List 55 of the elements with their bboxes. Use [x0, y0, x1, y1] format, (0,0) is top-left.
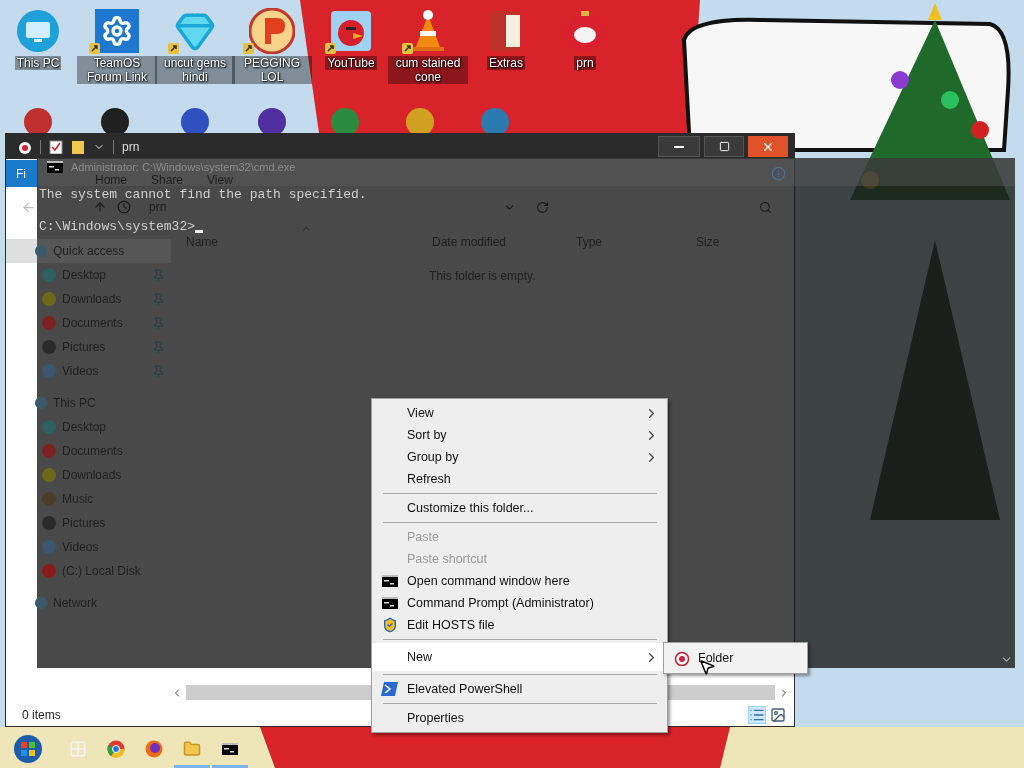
- drive-icon: [34, 596, 48, 610]
- start-orb-icon: [13, 734, 43, 764]
- file-tab[interactable]: Fi: [6, 160, 38, 187]
- menu-item[interactable]: View: [372, 402, 667, 424]
- shield-icon: [381, 617, 398, 633]
- console-icon: [222, 743, 238, 755]
- menu-item[interactable]: Sort by: [372, 424, 667, 446]
- console-icon: [381, 575, 398, 587]
- badge-icon: [249, 8, 295, 54]
- desktop-shortcut[interactable]: PEGGING LOL: [232, 6, 312, 84]
- ornament-icon: [18, 139, 32, 154]
- console-icon: [47, 161, 63, 173]
- desktop-shortcut[interactable]: prn: [545, 6, 625, 70]
- desktop-shortcut[interactable]: uncut gems hindi: [155, 6, 235, 84]
- gear-icon: [95, 9, 139, 53]
- minimize-icon: [674, 145, 684, 148]
- menu-item[interactable]: Elevated PowerShell: [372, 678, 667, 700]
- menu-item[interactable]: Group by: [372, 446, 667, 468]
- desktop-shortcut[interactable]: cum stained cone: [388, 6, 468, 84]
- console-prompt: C:\Windows\system32>: [39, 219, 204, 235]
- desktop-shortcut[interactable]: TeamOS Forum Link: [77, 6, 157, 84]
- menu-item[interactable]: Refresh: [372, 468, 667, 490]
- menu-item[interactable]: Customize this folder...: [372, 497, 667, 519]
- text-cursor: [195, 230, 204, 233]
- globe-icon: [145, 740, 163, 758]
- desktop-shortcut[interactable]: YouTube: [311, 6, 391, 70]
- checklist-icon[interactable]: [49, 139, 63, 154]
- drive-icon: [34, 244, 48, 258]
- gem-icon: [174, 10, 216, 52]
- menu-item[interactable]: Edit HOSTS file: [372, 614, 667, 636]
- desktop-shortcut[interactable]: This PC: [0, 6, 78, 70]
- maximize-icon: [718, 141, 730, 152]
- bird-icon: [331, 11, 371, 51]
- monitor-icon: [16, 9, 60, 53]
- folder-icon: [183, 740, 201, 758]
- ornament-icon: [564, 9, 606, 53]
- desktop-shortcut[interactable]: Extras: [466, 6, 546, 70]
- minimize-button[interactable]: [658, 136, 700, 157]
- maximize-button[interactable]: [704, 136, 744, 157]
- window-title: prn: [122, 138, 140, 156]
- status-text: 0 items: [22, 707, 61, 724]
- menu-item[interactable]: Open command window here: [372, 570, 667, 592]
- menu-item[interactable]: Properties: [372, 707, 667, 729]
- console-title: Administrator: C:\Windows\system32\cmd.exe: [71, 161, 296, 173]
- drive-icon: [34, 396, 48, 410]
- ornament-icon: [674, 650, 690, 666]
- grid-icon: [69, 740, 87, 758]
- menu-item[interactable]: Command Prompt (Administrator): [372, 592, 667, 614]
- console-output: The system cannot find the path specified.: [39, 187, 367, 203]
- details-view-icon[interactable]: [748, 706, 766, 724]
- large-icons-view-icon[interactable]: [770, 707, 786, 723]
- folder-icon[interactable]: [71, 139, 85, 154]
- console-icon: [381, 597, 398, 609]
- shell-icon: [381, 682, 398, 696]
- browser-icon: [107, 740, 125, 758]
